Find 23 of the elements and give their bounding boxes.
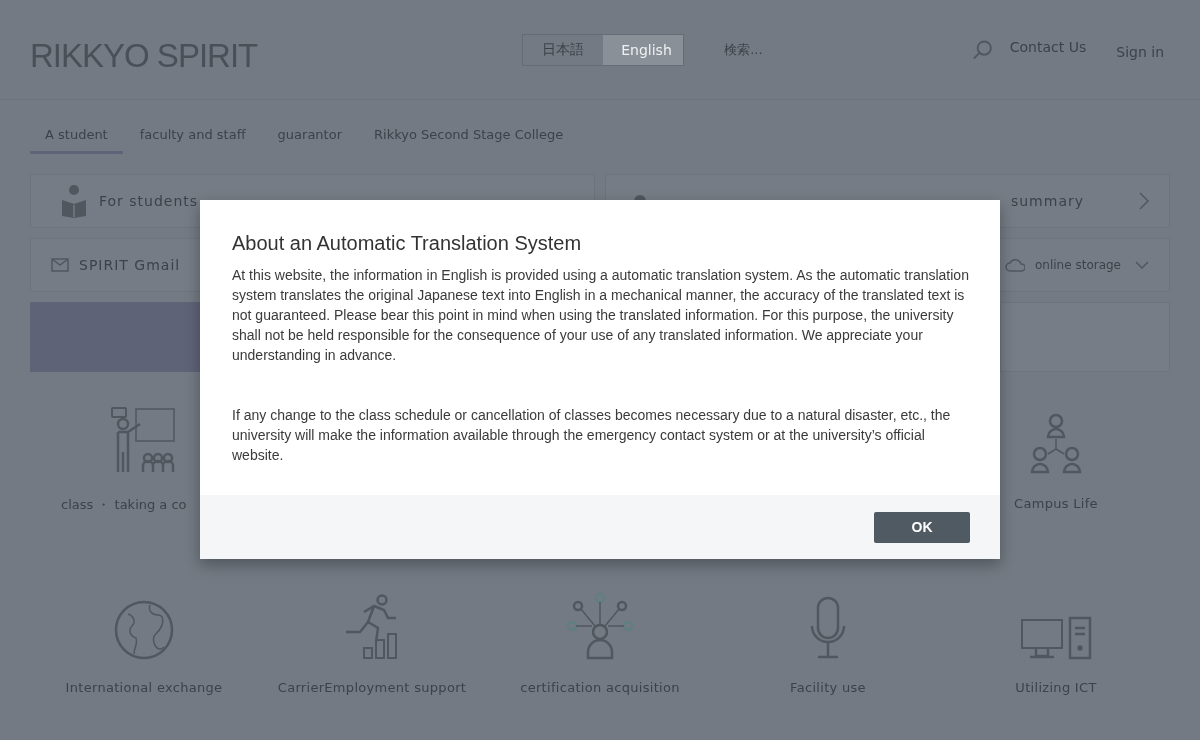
shortcut-label: For students <box>99 193 199 209</box>
category-link[interactable]: CarrierEmployment support <box>277 680 467 695</box>
audience-tab[interactable]: Rikkyo Second Stage College <box>359 100 579 154</box>
language-toggle[interactable]: English <box>603 34 684 65</box>
category-link[interactable]: certification acquisition <box>520 680 680 695</box>
dialog-paragraph: At this website, the information in English is provided using a automatic translation system. As the automatic translation system translates the original Japanese text into English in a mechanical manner, the accuracy of the translated text is not guaranteed. Please bear this point in mind when using the translated information. For this purpose, the university shall not be held responsible for the consequence of your use of any translated information. We appreciate your understanding in advance. <box>232 266 970 365</box>
category-link[interactable]: Campus Life <box>1014 496 1098 511</box>
dialog-title: About an Automatic Translation System <box>232 232 583 255</box>
category-link[interactable]: Facility use <box>790 680 866 695</box>
dialog-paragraph: If any change to the class schedule or cancellation of classes becomes necessary due to a natural disaster, etc., the university will make the information available through the emergency contact system or at the university’s official website. <box>232 406 952 465</box>
shortcut-label: SPIRIT Gmail <box>79 257 181 273</box>
category-link[interactable]: class ・ taking a co <box>61 496 187 514</box>
audience-tab[interactable]: guarantor <box>262 100 357 154</box>
shortcut-label: summary <box>1010 193 1084 209</box>
search-field[interactable]: 検索... <box>704 36 972 63</box>
category-link[interactable]: Utilizing ICT <box>1015 680 1097 695</box>
header-link[interactable]: Sign in <box>1116 44 1164 60</box>
audience-tab[interactable]: A student <box>30 100 123 154</box>
ok-button[interactable]: OK <box>874 511 970 543</box>
category-link[interactable]: International exchange <box>65 680 223 695</box>
header-link[interactable]: Contact Us <box>1009 39 1087 60</box>
shortcut-label: online storage <box>1035 257 1122 274</box>
audience-tab[interactable]: faculty and staff <box>124 100 261 154</box>
